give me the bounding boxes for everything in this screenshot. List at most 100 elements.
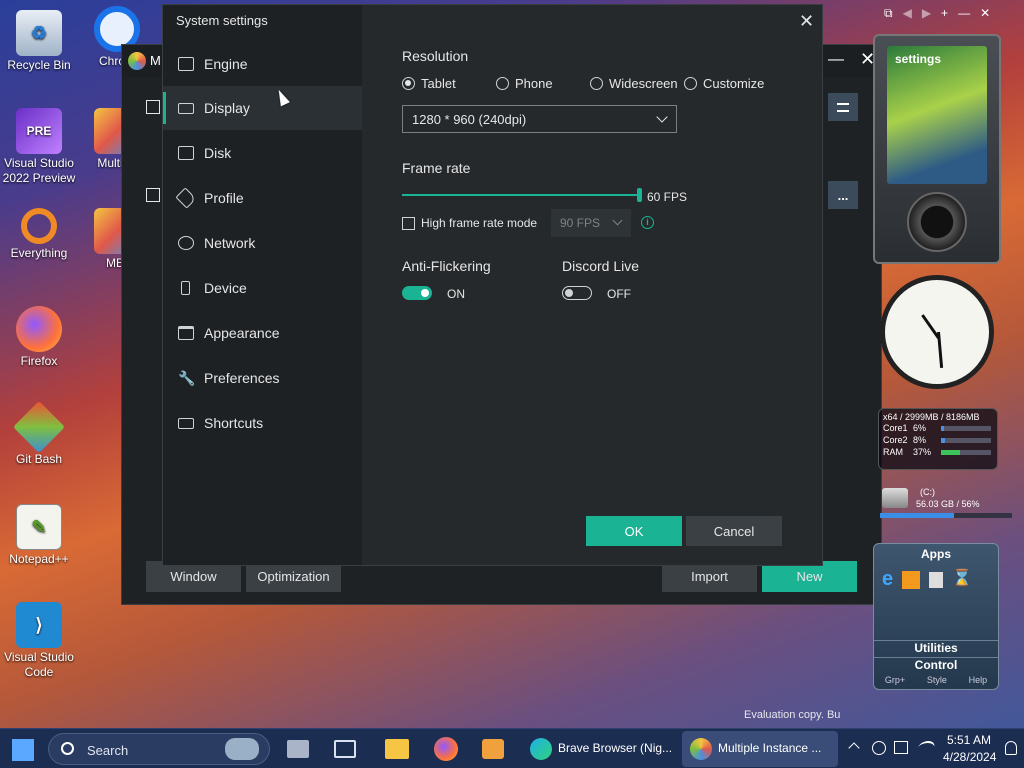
anti-flickering-toggle[interactable] [402,286,432,300]
notepad-plus-plus-desktop-icon[interactable]: ✎ Notepad++ [2,504,76,567]
git-icon [12,400,66,454]
add-icon[interactable]: + [941,6,948,26]
vscode-icon: ⟩ [16,602,62,648]
frame-rate-heading: Frame rate [402,160,471,176]
clock-time[interactable]: 5:51 AM [947,733,991,747]
recycle-bin-desktop-icon[interactable]: ♻ Recycle Bin [2,10,76,73]
taskbar: Search Brave Browser (Nig... Multiple In… [0,728,1024,768]
more-button[interactable]: ... [828,181,858,209]
resolution-value: 1280 * 960 (240dpi) [412,111,527,127]
chevron-down-icon [612,215,623,226]
next-icon[interactable]: ▶ [922,6,931,26]
media-player-icon[interactable] [902,571,921,589]
nav-label: Shortcuts [204,415,264,431]
search-magnifier-icon [21,208,57,244]
git-bash-desktop-icon[interactable]: Git Bash [2,400,76,467]
discord-live-toggle[interactable] [562,286,592,300]
grp-plus-button[interactable]: Grp+ [885,675,905,685]
multi-instance-taskbar-button[interactable]: Multiple Instance ... [682,731,838,767]
hourglass-icon[interactable]: ⌛ [952,568,972,591]
row-checkbox[interactable] [146,100,160,114]
evaluation-watermark: Evaluation copy. Bu [744,709,841,721]
high-frame-rate-checkbox[interactable]: High frame rate mode [402,216,537,230]
file-explorer-icon[interactable] [385,739,409,759]
nav-display[interactable]: Display [163,86,362,130]
start-icon[interactable] [12,739,34,761]
ok-button[interactable]: OK [586,516,682,546]
cpu-row-bar [941,449,991,455]
keyboard-icon [178,417,194,429]
system-settings-dialog: System settings Engine Display Disk Prof… [162,4,823,566]
firefox-taskbar-icon[interactable] [434,737,458,761]
task-view-icon[interactable] [287,740,309,758]
toggle-knob [421,289,429,297]
resolution-dropdown[interactable]: 1280 * 960 (240dpi) [402,105,677,133]
wrench-icon: 🔧 [178,370,196,386]
nav-label: Network [204,235,256,251]
gadget-layout-icon[interactable]: ⧉ [884,6,893,26]
utilities-button[interactable]: Utilities [874,640,998,655]
nav-preferences[interactable]: 🔧 Preferences [163,356,362,400]
everything-desktop-icon[interactable]: Everything [2,208,76,261]
tray-icon[interactable] [894,741,908,754]
search-placeholder: Search [87,743,129,758]
high-frame-rate-dropdown[interactable]: 90 FPS [551,209,631,237]
tray-icon[interactable] [872,741,886,755]
control-button[interactable]: Control [874,657,998,672]
media-app-icon[interactable] [482,739,504,759]
frame-rate-slider[interactable] [402,188,642,202]
notification-bell-icon[interactable] [1005,741,1017,755]
vscode-desktop-icon[interactable]: ⟩ Visual Studio Code [2,602,76,680]
cpu-meter-gadget: x64 / 2999MB / 8186MB Core1 6% Core2 8% RAM 3… [878,408,998,470]
media-player-gadget[interactable]: settings [873,34,1001,264]
checkbox-box [402,216,415,230]
brave-taskbar-button[interactable]: Brave Browser (Nig... [524,731,676,767]
style-button[interactable]: Style [927,675,947,685]
nav-disk[interactable]: Disk [163,131,362,175]
desktop-icon-label: Visual Studio 2022 Preview [2,156,76,185]
cpu-row-value: 6% [913,423,927,433]
nav-shortcuts[interactable]: Shortcuts [163,401,362,445]
chevron-up-icon[interactable] [848,742,860,754]
info-icon[interactable]: i [641,216,654,229]
firefox-desktop-icon[interactable]: Firefox [2,306,76,369]
search-highlight-icon [225,738,259,760]
radio-dot [496,77,509,90]
radio-dot [402,77,415,90]
desktop-icon-label: Git Bash [15,452,63,466]
widgets-icon[interactable] [334,740,356,758]
nav-engine[interactable]: Engine [163,42,362,86]
nav-network[interactable]: Network [163,221,362,265]
display-settings-panel: Resolution Tablet Phone Widescreen Custo… [362,5,822,565]
app-icon[interactable] [929,572,944,588]
row-checkbox[interactable] [146,188,160,202]
slider-handle[interactable] [637,188,642,202]
cpu-meter-row: RAM 37% [883,446,993,458]
resolution-heading: Resolution [402,48,469,64]
clock-date[interactable]: 4/28/2024 [943,750,996,764]
menu-button[interactable] [828,93,858,121]
radio-phone[interactable]: Phone [496,76,553,91]
monitor-icon [178,102,194,114]
visual-studio-desktop-icon[interactable]: PRE Visual Studio 2022 Preview [2,108,76,186]
network-icon[interactable] [915,741,937,754]
minimize-icon[interactable]: — [958,6,970,26]
phone-icon [181,281,190,295]
nav-label: Disk [204,145,232,161]
search-box[interactable]: Search [48,733,270,765]
player-wheel[interactable] [907,192,967,252]
nav-profile[interactable]: Profile [163,176,362,220]
radio-widescreen[interactable]: Widescreen [590,76,678,91]
chevron-down-icon [656,111,668,123]
radio-customize[interactable]: Customize [684,76,764,91]
radio-tablet[interactable]: Tablet [402,76,456,91]
internet-explorer-icon[interactable]: e [882,568,893,591]
minimize-icon[interactable]: — [828,51,844,69]
cancel-button[interactable]: Cancel [686,516,782,546]
help-button[interactable]: Help [969,675,988,685]
nav-device[interactable]: Device [163,266,362,310]
close-icon[interactable]: ✕ [980,6,990,26]
nav-appearance[interactable]: Appearance [163,311,362,355]
previous-icon[interactable]: ◀ [903,6,912,26]
radio-dot [590,77,603,90]
